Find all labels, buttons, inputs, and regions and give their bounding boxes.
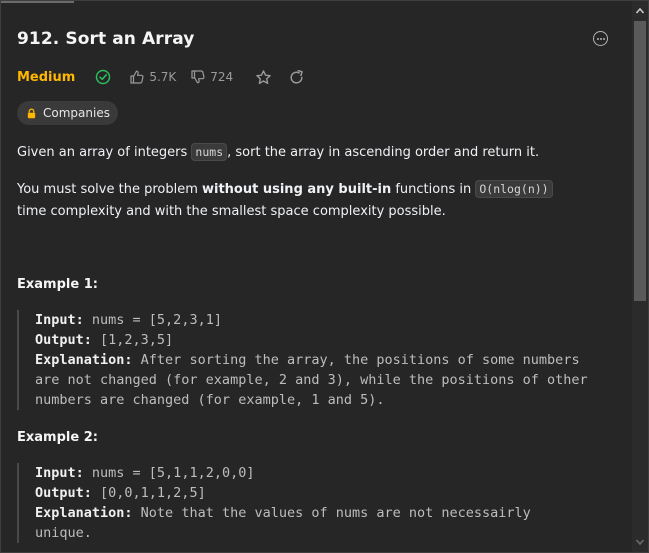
output-label: Output: — [35, 332, 92, 348]
description-text: Given an array of integers — [17, 145, 192, 160]
output-value: [1,2,3,5] — [91, 332, 174, 348]
output-value: [0,0,1,1,2,5] — [91, 485, 206, 501]
scroll-up-icon[interactable] — [632, 3, 648, 19]
description-text: You must solve the problem — [17, 182, 202, 197]
thumbs-down-icon — [190, 69, 206, 85]
input-label: Input: — [35, 465, 84, 481]
scroll-down-icon[interactable] — [632, 534, 648, 550]
input-value: nums = [5,2,3,1] — [83, 312, 222, 328]
description-text: functions in — [391, 182, 476, 197]
example-1-input: Input: nums = [5,2,3,1] — [35, 310, 612, 330]
difficulty-badge: Medium — [17, 69, 76, 85]
dislike-button[interactable]: 724 — [190, 69, 233, 85]
problem-title[interactable]: 912. Sort an Array — [17, 29, 194, 49]
example-2-explanation: Explanation: Note that the values of num… — [35, 503, 612, 523]
explanation-label: Explanation: — [35, 352, 133, 368]
thumbs-up-icon — [129, 69, 145, 85]
inline-code-complexity: O(nlog(n)) — [475, 180, 553, 198]
companies-button[interactable]: Companies — [17, 101, 118, 125]
explanation-text: After sorting the array, the positions o… — [132, 352, 580, 368]
share-icon[interactable] — [288, 69, 305, 86]
example-2-block: Input: nums = [5,1,1,2,0,0] Output: [0,0… — [17, 463, 612, 543]
input-label: Input: — [35, 312, 84, 328]
star-icon[interactable] — [255, 69, 272, 86]
check-circle-icon — [95, 69, 111, 85]
example-2-explanation-line-2: unique. — [35, 525, 92, 541]
inline-code-nums: nums — [191, 143, 228, 161]
more-options-icon[interactable] — [593, 31, 608, 46]
dislike-count: 724 — [210, 70, 234, 84]
vertical-scrollbar[interactable] — [632, 1, 648, 552]
description-text: time complexity and with the smallest sp… — [17, 204, 446, 219]
output-label: Output: — [35, 485, 92, 501]
companies-label: Companies — [43, 106, 110, 120]
lock-icon — [26, 108, 37, 119]
example-1-explanation-line-3: numbers are changed (for example, 1 and … — [35, 392, 385, 408]
problem-description-panel: 912. Sort an Array Medium 5.7K 724 Compa… — [0, 0, 649, 553]
scrollbar-thumb[interactable] — [634, 21, 646, 301]
description-content: 912. Sort an Array Medium 5.7K 724 Compa… — [17, 1, 629, 552]
explanation-label: Explanation: — [35, 505, 133, 521]
example-1-output: Output: [1,2,3,5] — [35, 330, 612, 350]
description-paragraph-2: You must solve the problem without using… — [17, 178, 577, 223]
problem-meta-row: Medium 5.7K 724 — [17, 67, 305, 87]
input-value: nums = [5,1,1,2,0,0] — [83, 465, 255, 481]
description-paragraph-1: Given an array of integers nums, sort th… — [17, 141, 617, 164]
example-1-explanation: Explanation: After sorting the array, th… — [35, 350, 612, 370]
example-2-output: Output: [0,0,1,1,2,5] — [35, 483, 612, 503]
like-button[interactable]: 5.7K — [129, 69, 176, 85]
example-1-block: Input: nums = [5,2,3,1] Output: [1,2,3,5… — [17, 310, 612, 410]
explanation-text: Note that the values of nums are not nec… — [132, 505, 531, 521]
description-bold-text: without using any built-in — [202, 182, 392, 197]
like-count: 5.7K — [149, 70, 177, 84]
example-2-title: Example 2: — [17, 430, 98, 445]
example-1-explanation-line-2: are not changed (for example, 2 and 3), … — [35, 372, 588, 388]
description-text: , sort the array in ascending order and … — [227, 145, 540, 160]
example-2-input: Input: nums = [5,1,1,2,0,0] — [35, 463, 612, 483]
example-1-title: Example 1: — [17, 277, 98, 292]
